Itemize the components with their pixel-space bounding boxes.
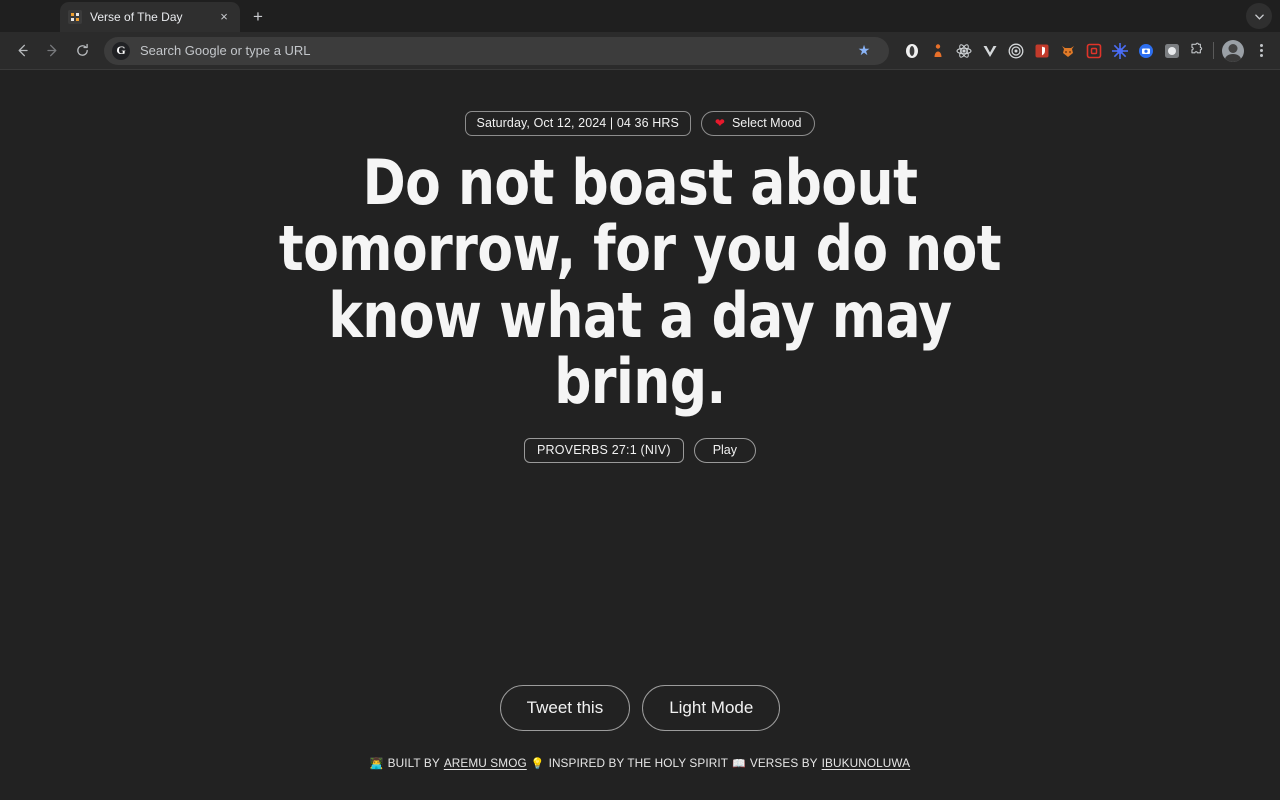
inspired-by-label: INSPIRED BY THE HOLY SPIRIT — [548, 756, 729, 770]
red-square-extension-icon[interactable] — [1085, 42, 1102, 59]
person-extension-icon[interactable] — [929, 42, 946, 59]
chevron-down-icon[interactable] — [1246, 3, 1272, 29]
browser-toolbar: G Search Google or type a URL ★ — [0, 32, 1280, 70]
footer-credits: 👨‍💻 BUILT BY AREMU SMOG 💡 INSPIRED BY TH… — [370, 756, 910, 770]
extensions-area — [897, 42, 1186, 59]
verses-by-link[interactable]: IBUKUNOLUWA — [822, 756, 911, 770]
gear-extension-icon[interactable] — [1111, 42, 1128, 59]
react-devtools-icon[interactable] — [955, 42, 972, 59]
address-bar[interactable]: G Search Google or type a URL ★ — [104, 36, 889, 65]
forward-icon[interactable] — [38, 37, 66, 65]
new-tab-button[interactable]: + — [244, 3, 272, 31]
reference-row: PROVERBS 27:1 (NIV) Play — [523, 438, 757, 464]
book-icon: 📖 — [732, 757, 746, 770]
close-icon[interactable]: × — [216, 9, 232, 25]
tab-title: Verse of The Day — [90, 10, 183, 24]
chrome-menu-icon[interactable] — [1250, 40, 1272, 62]
developer-icon: 👨‍💻 — [369, 757, 384, 770]
page-content: Saturday, Oct 12, 2024 | 04 36 HRS ❤ Sel… — [0, 70, 1280, 800]
tab-strip: Verse of The Day × + — [0, 0, 1280, 32]
verse-reference-badge[interactable]: PROVERBS 27:1 (NIV) — [523, 438, 684, 464]
browser-tab[interactable]: Verse of The Day × — [60, 2, 240, 32]
vue-devtools-icon[interactable] — [981, 42, 998, 59]
bitwarden-extension-icon[interactable] — [1033, 42, 1050, 59]
heart-icon: ❤ — [714, 116, 725, 130]
puzzle-extensions-icon[interactable] — [1188, 42, 1205, 59]
gray-circle-extension-icon[interactable] — [1163, 42, 1180, 59]
top-badges: Saturday, Oct 12, 2024 | 04 36 HRS ❤ Sel… — [464, 111, 816, 136]
target-extension-icon[interactable] — [1007, 42, 1024, 59]
verse-text: Do not boast about tomorrow, for you do … — [278, 146, 1002, 418]
built-by-label: BUILT BY — [387, 756, 440, 770]
search-input[interactable]: Search Google or type a URL — [140, 43, 841, 58]
fox-extension-icon[interactable] — [1059, 42, 1076, 59]
built-by-link[interactable]: AREMU SMOG — [444, 756, 527, 770]
opera-extension-icon[interactable] — [903, 42, 920, 59]
avatar[interactable] — [1222, 39, 1244, 62]
reload-icon[interactable] — [68, 37, 96, 65]
action-buttons: Tweet this Light Mode — [499, 685, 781, 731]
toolbar-divider — [1213, 42, 1214, 59]
tweet-this-button[interactable]: Tweet this — [499, 685, 631, 731]
play-button[interactable]: Play — [693, 438, 757, 464]
light-mode-button[interactable]: Light Mode — [642, 685, 781, 731]
blue-badge-extension-icon[interactable] — [1137, 42, 1154, 59]
verse-favicon — [68, 10, 82, 24]
select-mood-label: Select Mood — [731, 116, 802, 130]
back-icon[interactable] — [8, 37, 36, 65]
bookmark-star-icon[interactable]: ★ — [851, 37, 877, 64]
lightbulb-icon: 💡 — [530, 757, 545, 770]
datetime-badge: Saturday, Oct 12, 2024 | 04 36 HRS — [464, 111, 691, 136]
browser-window: Verse of The Day × + G Search Google or … — [0, 0, 1280, 800]
select-mood-button[interactable]: ❤ Select Mood — [700, 111, 816, 136]
google-logo-icon: G — [112, 41, 130, 60]
verses-by-label: VERSES BY — [749, 756, 818, 770]
